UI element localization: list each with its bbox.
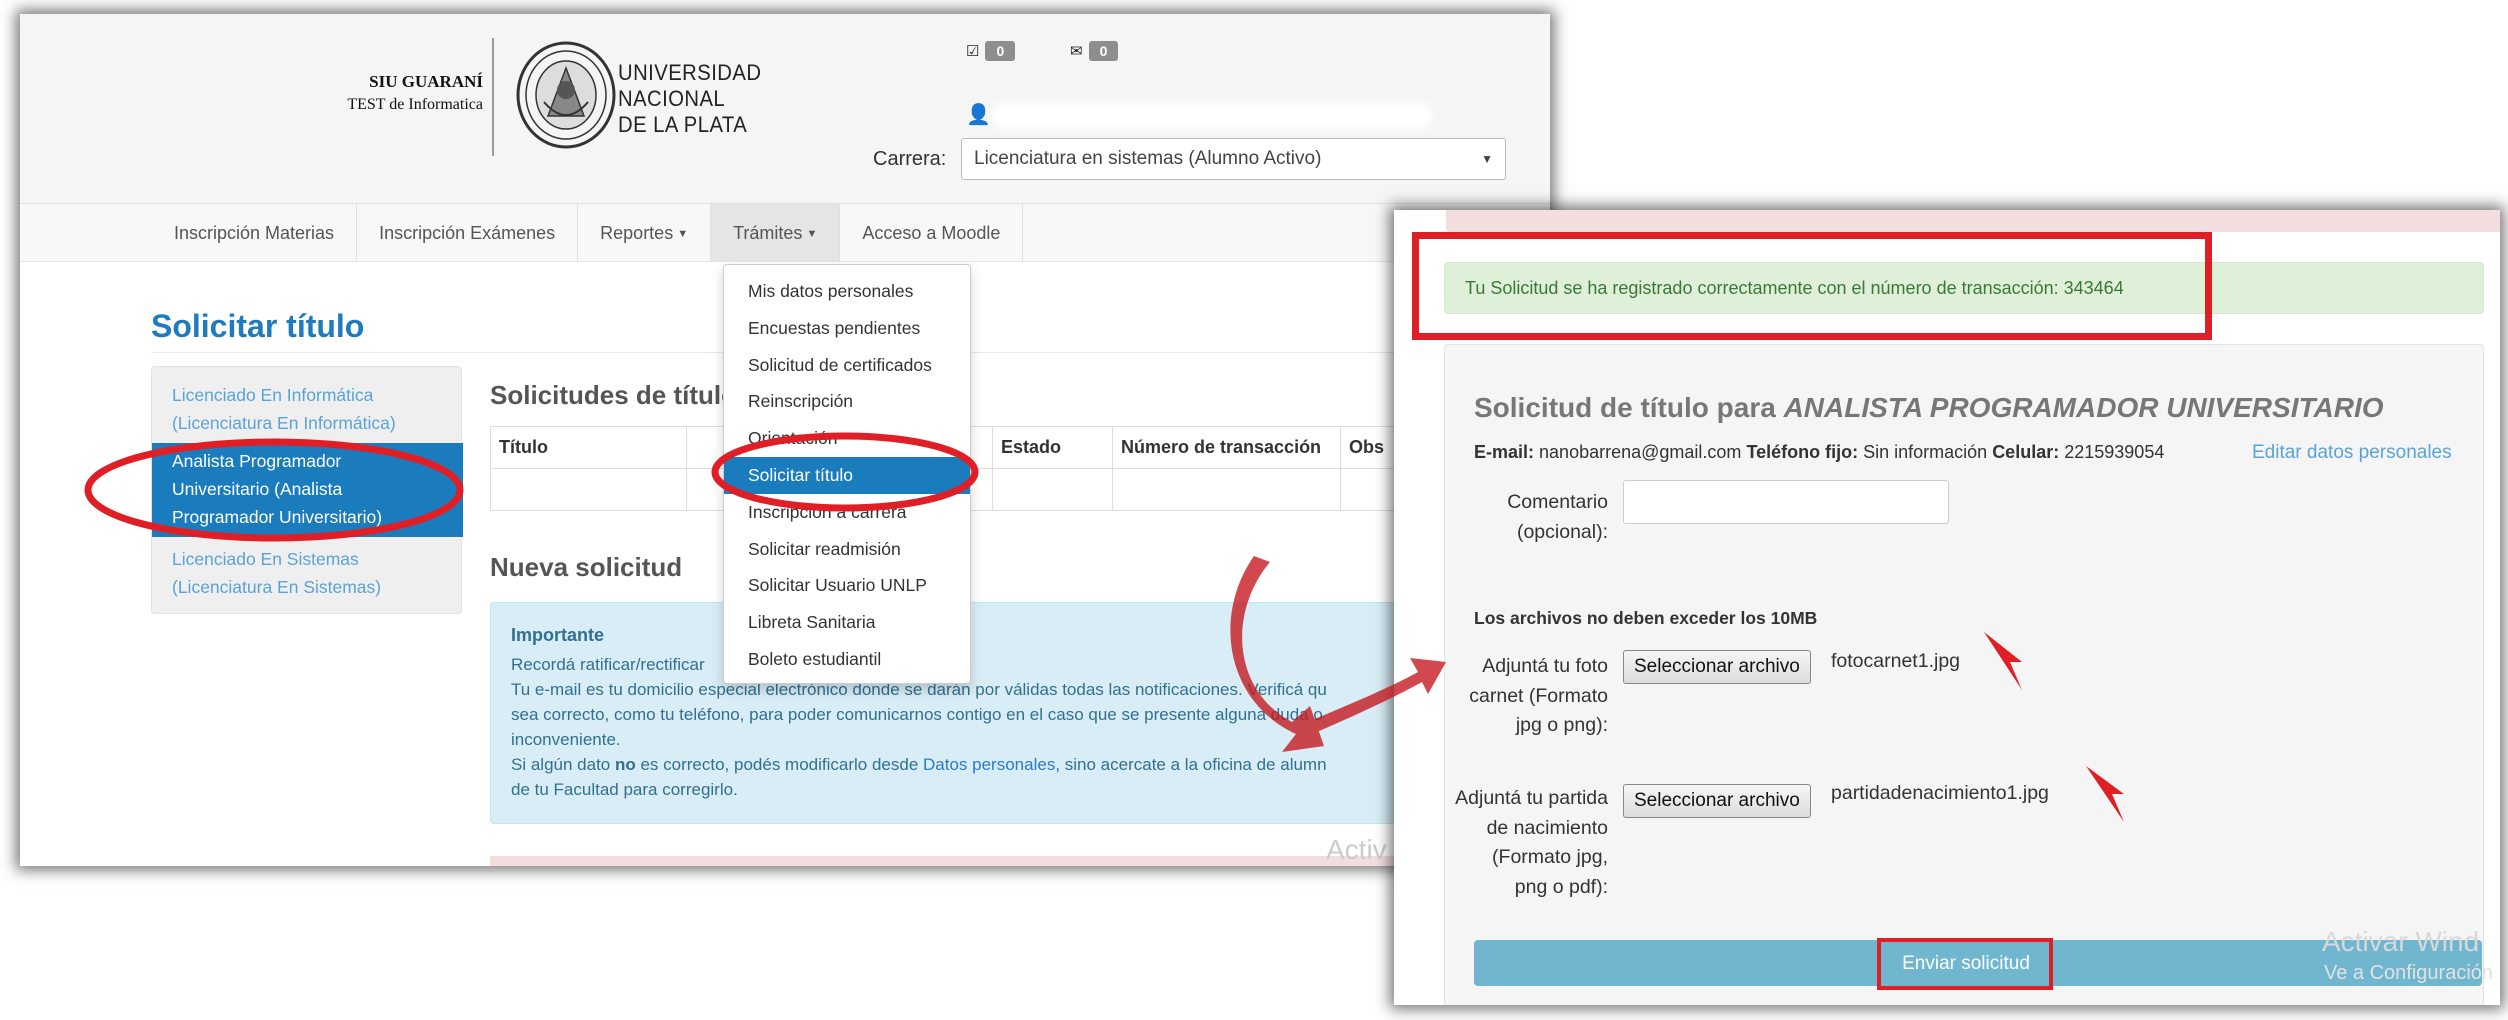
header: SIU GUARANÍ TEST de Informatica UNIVERSI… [20, 14, 1550, 204]
birth-certificate-file-name: partidadenacimiento1.jpg [1831, 782, 2049, 804]
windows-activation-watermark: Activar Wind [2322, 926, 2480, 957]
university-name: UNIVERSIDAD NACIONAL DE LA PLATA [618, 60, 762, 137]
form-title: Solicitud de título para ANALISTA PROGRA… [1474, 392, 2384, 423]
degree-item-analista-programador[interactable]: Analista Programador Universitario (Anal… [152, 443, 463, 537]
alert-strip [490, 856, 1550, 866]
menu-item-encuestas-pendientes[interactable]: Encuestas pendientes [724, 310, 970, 347]
photo-file-name: fotocarnet1.jpg [1831, 650, 1961, 672]
col-titulo: Título [490, 426, 687, 469]
envelope-icon: ✉ [1070, 43, 1083, 60]
info-line: Recordá ratificar/rectificar [511, 655, 705, 674]
contact-info: E-mail: nanobarrena@gmail.com Teléfono f… [1474, 442, 2165, 462]
windows-activation-watermark-sub: Ve a Configuración [2324, 962, 2494, 984]
tramites-dropdown-menu: Mis datos personales Encuestas pendientes… [723, 264, 971, 684]
carrera-select[interactable]: Licenciatura en sistemas (Alumno Activo)… [961, 138, 1506, 180]
menu-item-solicitud-de-certificados[interactable]: Solicitud de certificados [724, 347, 970, 384]
success-highlight-box [1412, 232, 2212, 340]
alert-strip [1446, 210, 2500, 232]
info-line: Tu e-mail es tu domicilio especial elect… [511, 680, 1327, 699]
file-size-warning: Los archivos no deben exceder los 10MB [1474, 608, 1818, 628]
tasks-badge: 0 [985, 41, 1016, 61]
edit-personal-data-link[interactable]: Editar datos personales [2252, 442, 2452, 464]
table-header-row: Título Estado Número de transacción Obs [490, 426, 1550, 469]
menu-item-mis-datos-personales[interactable]: Mis datos personales [724, 273, 970, 310]
table-row [490, 468, 1550, 511]
menu-item-reinscripcion[interactable]: Reinscripción [724, 383, 970, 420]
page-title: Solicitar título [151, 308, 365, 344]
siu-title: SIU GUARANÍ [369, 72, 483, 91]
comment-input[interactable] [1623, 480, 1949, 524]
main-navbar: Inscripción Materias Inscripción Exámene… [20, 204, 1550, 262]
menu-item-solicitar-titulo[interactable]: Solicitar título [724, 456, 970, 494]
tasks-notification[interactable]: ☑ 0 [966, 40, 1016, 62]
requests-heading: Solicitudes de título [490, 380, 738, 410]
menu-item-inscripcion-a-carrera[interactable]: Inscripción a carrera [724, 494, 970, 531]
col-estado: Estado [992, 426, 1113, 469]
degree-list: Licenciado En Informática (Licenciatura … [151, 366, 463, 614]
info-title: Importante [511, 625, 605, 645]
important-info-box: Importante Recordá ratificar/rectificar … [490, 602, 1550, 824]
info-line: inconveniente. [511, 730, 621, 749]
siu-subtitle: TEST de Informatica [347, 96, 483, 113]
degree-item-informatica[interactable]: Licenciado En Informática (Licenciatura … [152, 381, 463, 437]
messages-notification[interactable]: ✉ 0 [1070, 40, 1119, 62]
user-icon[interactable]: 👤 [966, 102, 991, 127]
nav-reportes[interactable]: Reportes ▼ [578, 204, 712, 262]
col-transaccion: Número de transacción [1112, 426, 1341, 469]
info-line: sea correcto, como tu teléfono, para pod… [511, 705, 1323, 724]
nav-inscripcion-materias[interactable]: Inscripción Materias [152, 204, 358, 262]
birth-certificate-file-button[interactable]: Seleccionar archivo [1623, 784, 1811, 818]
menu-item-solicitar-readmision[interactable]: Solicitar readmisión [724, 531, 970, 568]
windows-activation-watermark: Activ [1326, 834, 1387, 865]
new-request-heading: Nueva solicitud [490, 552, 683, 582]
submit-highlight-box [1877, 938, 2053, 990]
menu-item-libreta-sanitaria[interactable]: Libreta Sanitaria [724, 604, 970, 641]
messages-badge: 0 [1088, 41, 1119, 61]
datos-personales-link[interactable]: Datos personales [923, 755, 1055, 774]
menu-item-solicitar-usuario-unlp[interactable]: Solicitar Usuario UNLP [724, 567, 970, 604]
photo-file-button[interactable]: Seleccionar archivo [1623, 650, 1811, 684]
requests-table: Título Estado Número de transacción Obs [490, 426, 1550, 511]
nav-tramites[interactable]: Trámites ▼ [711, 204, 841, 262]
carrera-label: Carrera: [873, 148, 947, 170]
birth-certificate-label: Adjuntá tu partida de nacimiento (Format… [1455, 787, 1608, 898]
siu-guarani-main-window: SIU GUARANÍ TEST de Informatica UNIVERSI… [20, 14, 1550, 866]
menu-item-boleto-estudiantil[interactable]: Boleto estudiantil [724, 641, 970, 678]
nav-inscripcion-examenes[interactable]: Inscripción Exámenes [357, 204, 579, 262]
photo-label: Adjuntá tu foto carnet (Formato jpg o pn… [1469, 655, 1608, 736]
info-line: de tu Facultad para corregirlo. [511, 780, 738, 799]
header-divider [492, 38, 494, 156]
caret-down-icon: ▼ [806, 228, 818, 241]
degree-item-sistemas[interactable]: Licenciado En Sistemas (Licenciatura En … [152, 545, 463, 601]
tasks-icon: ☑ [966, 43, 980, 60]
caret-down-icon: ▼ [677, 228, 689, 241]
comment-label: Comentario (opcional): [1507, 491, 1608, 543]
redacted-username [992, 102, 1432, 130]
menu-item-orientacion[interactable]: Orientación [724, 420, 970, 457]
university-seal-icon [516, 41, 616, 149]
caret-down-icon: ▼ [1481, 152, 1493, 166]
info-line: Si algún dato no es correcto, podés modi… [511, 755, 1327, 774]
nav-acceso-moodle[interactable]: Acceso a Moodle [840, 204, 1024, 262]
